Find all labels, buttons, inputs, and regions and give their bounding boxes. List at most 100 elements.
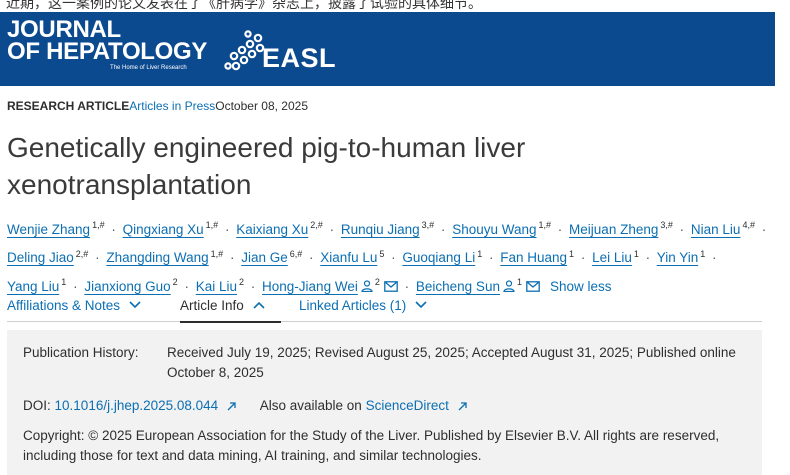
author-separator: · — [404, 278, 410, 294]
author-affiliation-number: 3,# — [421, 220, 435, 230]
journal-logo-text: JOURNAL OF HEPATOLOGY — [7, 18, 208, 65]
author-separator: · — [440, 221, 446, 237]
author-link[interactable]: Yang Liu — [7, 279, 59, 294]
author-affiliation-number: 1 — [700, 248, 706, 259]
sciencedirect-link[interactable]: ScienceDirect — [366, 398, 449, 413]
author-link[interactable]: Jianxiong Guo — [84, 279, 170, 294]
author-affiliation-number: 1 — [516, 277, 522, 287]
tab-article-info[interactable]: Article Info — [180, 298, 265, 313]
author-link[interactable]: Xianfu Lu — [320, 250, 377, 265]
author-affiliation-number: 1 — [477, 248, 483, 259]
author-list: Wenjie Zhang 1,# · Qingxiang Xu 1,# · Kaix… — [7, 213, 777, 299]
publication-history-value: Received July 19, 2025; Revised August 2… — [167, 345, 736, 380]
author-affiliation-number: 2,# — [310, 220, 323, 230]
author-link[interactable]: Runqiu Jiang — [341, 222, 420, 237]
author-affiliation-number: 2 — [374, 277, 380, 287]
author-affiliation-number: 1,# — [92, 220, 105, 230]
author-separator: · — [73, 278, 78, 294]
author-entry: Kaixiang Xu 2,# — [236, 220, 323, 237]
author-separator: · — [309, 250, 314, 265]
article-meta-line: RESEARCH ARTICLEArticles in PressOctober… — [7, 99, 308, 113]
tab-linked-articles[interactable]: Linked Articles (1) — [299, 298, 427, 313]
author-separator: · — [184, 278, 189, 294]
author-affiliation-number: 2 — [172, 277, 178, 287]
author-separator: · — [329, 221, 335, 237]
journal-banner[interactable]: JOURNAL OF HEPATOLOGY The Home of Liver … — [0, 12, 775, 86]
author-link[interactable]: Beicheng Sun — [416, 279, 500, 294]
author-link[interactable]: Kai Liu — [196, 279, 237, 294]
author-link[interactable]: Guoqiang Li — [402, 250, 475, 265]
author-entry: Meijuan Zheng 3,# — [569, 220, 673, 237]
author-affiliation-number: 6,# — [289, 248, 303, 259]
tab-article-info-label: Article Info — [180, 298, 244, 313]
chevron-down-icon — [129, 301, 141, 309]
author-entry: Fan Huang 1 — [500, 248, 575, 266]
author-entry: Jianxiong Guo 2 — [84, 277, 178, 294]
tab-affiliations-label: Affiliations & Notes — [7, 298, 121, 313]
author-link[interactable]: Lei Liu — [592, 250, 632, 265]
author-separator: · — [111, 221, 116, 237]
journal-tagline: The Home of Liver Research — [110, 65, 187, 71]
doi-row: DOI: 10.1016/j.jhep.2025.08.044 Also ava… — [23, 396, 467, 416]
author-link[interactable]: Yin Yin — [657, 250, 699, 265]
author-entry: Zhangding Wang 1,# — [106, 248, 224, 266]
top-caption-strip: 近期，这一案例的论文发表在了《肝病学》杂志上，披露了试验的具体细节。 — [0, 0, 790, 12]
author-separator: · — [580, 250, 586, 265]
author-entry: Jian Ge 6,# — [241, 248, 303, 266]
author-affiliation-number: 2 — [238, 277, 244, 287]
easl-logo-text: EASL — [262, 43, 337, 73]
show-less-link[interactable]: Show less — [550, 279, 612, 294]
article-type: RESEARCH ARTICLE — [7, 99, 130, 113]
author-link[interactable]: Meijuan Zheng — [569, 222, 658, 237]
author-link[interactable]: Nian Liu — [691, 222, 741, 237]
author-link[interactable]: Shouyu Wang — [452, 222, 536, 237]
email-icon[interactable] — [384, 280, 398, 292]
author-affiliation-number: 1 — [633, 248, 639, 259]
chevron-up-icon — [252, 301, 265, 309]
person-icon — [361, 279, 373, 292]
author-link[interactable]: Qingxiang Xu — [123, 222, 204, 237]
author-separator: · — [95, 250, 100, 265]
author-link[interactable]: Deling Jiao — [7, 250, 74, 265]
author-entry: Guoqiang Li 1 — [402, 248, 483, 266]
author-affiliation-number: 3,# — [660, 220, 673, 230]
author-affiliation-number: 1,# — [205, 220, 219, 230]
author-link[interactable]: Wenjie Zhang — [7, 222, 90, 237]
author-separator: · — [229, 250, 235, 265]
author-link[interactable]: Zhangding Wang — [106, 250, 208, 265]
author-affiliation-number: 1 — [569, 248, 575, 259]
email-icon[interactable] — [526, 280, 540, 292]
article-tabs: Affiliations & Notes Article Info Linked… — [0, 295, 775, 323]
person-icon — [503, 279, 515, 292]
article-date: October 08, 2025 — [215, 99, 308, 113]
external-link-icon — [227, 402, 236, 411]
author-entry: Deling Jiao 2,# — [7, 248, 89, 266]
tab-divider — [7, 321, 762, 322]
tab-affiliations-notes[interactable]: Affiliations & Notes — [7, 298, 141, 313]
copyright-text: Copyright: © 2025 European Association f… — [23, 428, 720, 463]
doi-label: DOI: — [23, 398, 51, 413]
author-entry: Qingxiang Xu 1,# — [123, 220, 219, 237]
author-entry: Nian Liu 4,# — [691, 220, 755, 237]
author-link[interactable]: Fan Huang — [500, 250, 567, 265]
top-caption-text: 近期，这一案例的论文发表在了《肝病学》杂志上，披露了试验的具体细节。 — [6, 0, 482, 12]
author-affiliation-number: 1,# — [210, 248, 224, 259]
author-link[interactable]: Jian Ge — [241, 250, 288, 265]
articles-in-press-link[interactable]: Articles in Press — [129, 99, 215, 113]
author-entry: Beicheng Sun 1 — [416, 277, 540, 294]
author-affiliation-number: 4,# — [742, 220, 755, 230]
external-link-icon — [458, 402, 467, 411]
author-affiliation-number: 1,# — [538, 220, 552, 230]
author-entry: Yin Yin 1 — [657, 248, 706, 266]
author-affiliation-number: 2,# — [75, 248, 89, 259]
author-link[interactable]: Hong-Jiang Wei — [262, 279, 358, 294]
author-separator: · — [557, 221, 563, 237]
journal-title-line2: OF HEPATOLOGY — [7, 38, 208, 65]
author-link[interactable]: Kaixiang Xu — [236, 222, 308, 237]
chevron-down-icon — [415, 301, 427, 309]
author-separator: · — [250, 278, 256, 294]
author-entry: Xianfu Lu 5 — [320, 249, 384, 266]
author-separator: · — [391, 250, 396, 265]
doi-link[interactable]: 10.1016/j.jhep.2025.08.044 — [55, 398, 219, 413]
author-entry: Runqiu Jiang 3,# — [341, 220, 435, 237]
